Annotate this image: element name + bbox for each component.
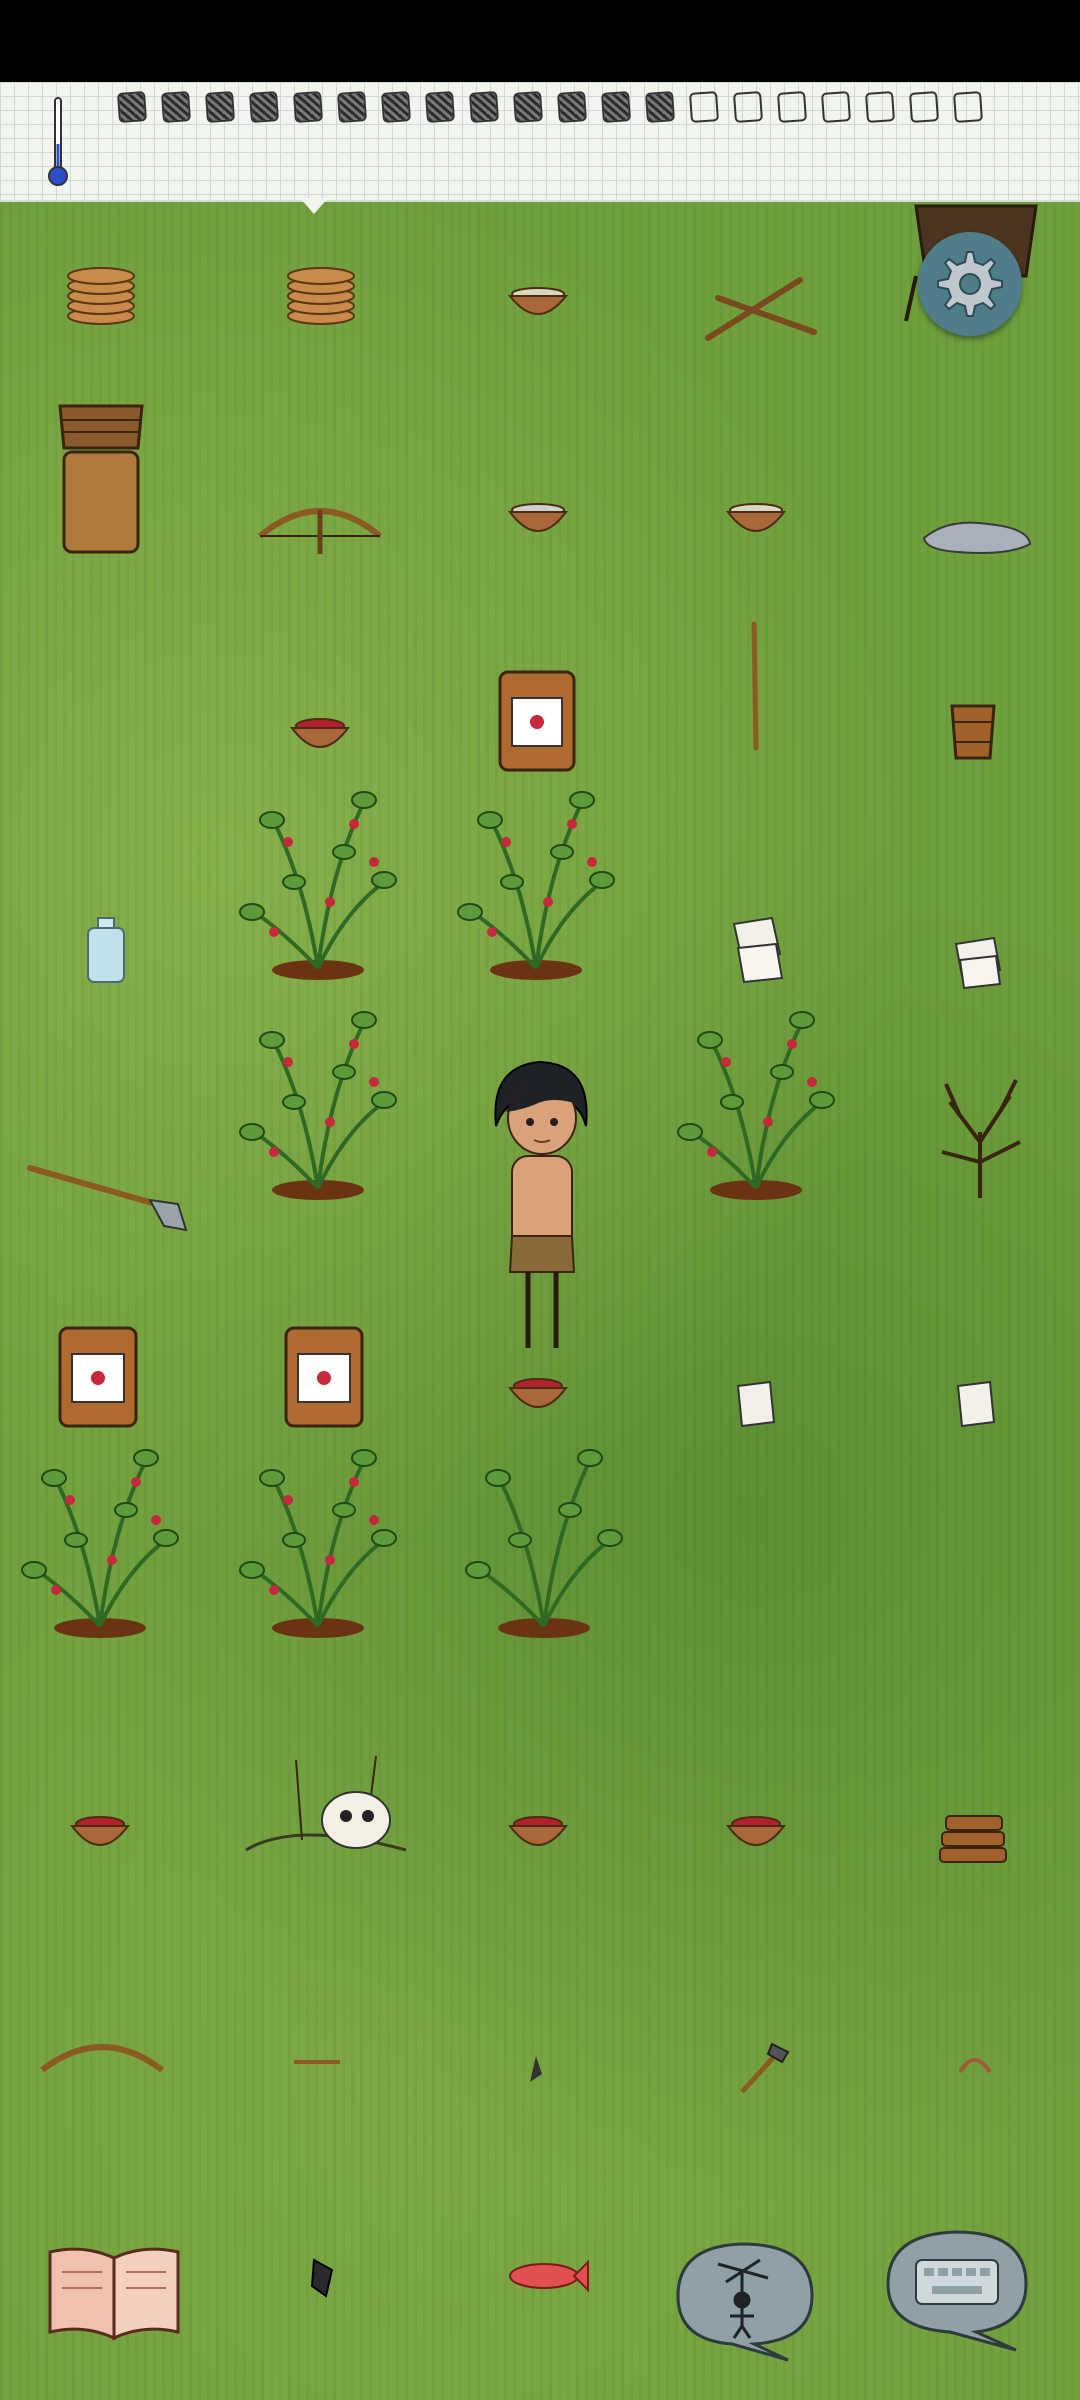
plate-stack[interactable] bbox=[66, 260, 136, 326]
food-pip-empty bbox=[908, 91, 940, 123]
berry-bowl[interactable] bbox=[506, 1814, 570, 1860]
wooden-bucket[interactable] bbox=[948, 700, 998, 762]
basket-on-crock[interactable] bbox=[56, 400, 146, 556]
glass-bottle[interactable] bbox=[84, 916, 128, 986]
empty-berry-bush[interactable] bbox=[460, 1420, 630, 1640]
settings-button[interactable] bbox=[918, 232, 1022, 336]
food-pip-empty bbox=[952, 91, 984, 123]
small-twig[interactable] bbox=[292, 2054, 342, 2070]
food-pip-full bbox=[380, 91, 412, 123]
dead-bush[interactable] bbox=[930, 1072, 1034, 1202]
food-pip-full bbox=[204, 91, 236, 123]
sharp-flint[interactable] bbox=[526, 2054, 546, 2084]
berry-bowl[interactable] bbox=[288, 716, 352, 762]
berry-bush[interactable] bbox=[672, 982, 842, 1202]
food-pip-empty bbox=[864, 91, 896, 123]
plate-stack[interactable] bbox=[286, 260, 356, 326]
berry-bush[interactable] bbox=[234, 982, 404, 1202]
system-status-bar bbox=[0, 0, 1080, 82]
paper-sheet[interactable] bbox=[954, 1380, 998, 1428]
berry-bush[interactable] bbox=[16, 1420, 186, 1640]
food-pip-full bbox=[468, 91, 500, 123]
keyboard-chat-button[interactable] bbox=[876, 2226, 1036, 2354]
berry-bowl[interactable] bbox=[68, 1814, 132, 1860]
food-pip-empty bbox=[688, 91, 720, 123]
food-pip-full bbox=[512, 91, 544, 123]
raw-fish[interactable] bbox=[504, 2254, 590, 2298]
tech-book-button[interactable] bbox=[44, 2242, 184, 2342]
food-pip-full bbox=[292, 91, 324, 123]
clay-bowl[interactable] bbox=[506, 284, 570, 328]
flint-chip[interactable] bbox=[308, 2256, 338, 2300]
food-pip-full bbox=[600, 91, 632, 123]
bow-stave[interactable] bbox=[38, 2030, 166, 2076]
clay-bowl[interactable] bbox=[506, 500, 570, 546]
crossed-sticks[interactable] bbox=[704, 272, 818, 346]
paper-sheet[interactable] bbox=[734, 1380, 778, 1428]
food-pip-empty bbox=[732, 91, 764, 123]
food-pip-full bbox=[336, 91, 368, 123]
flat-rock[interactable] bbox=[918, 514, 1034, 558]
stone-hatchet[interactable] bbox=[736, 2040, 792, 2098]
berry-bowl[interactable] bbox=[506, 1376, 570, 1422]
food-pip-full bbox=[160, 91, 192, 123]
paper-stack[interactable] bbox=[728, 914, 788, 986]
food-pip-full bbox=[248, 91, 280, 123]
food-pip-full bbox=[424, 91, 456, 123]
berry-jar[interactable] bbox=[496, 664, 578, 774]
player-character[interactable] bbox=[482, 1056, 602, 1360]
berry-bowl[interactable] bbox=[724, 1814, 788, 1860]
food-pip-empty bbox=[776, 91, 808, 123]
hud-notch bbox=[300, 198, 328, 214]
berry-jar[interactable] bbox=[56, 1320, 140, 1430]
thermometer-icon bbox=[48, 97, 68, 186]
bones-with-skull[interactable] bbox=[236, 1750, 416, 1860]
food-pip-full bbox=[556, 91, 588, 123]
food-pip-full bbox=[644, 91, 676, 123]
long-stick[interactable] bbox=[740, 620, 770, 754]
food-pip-full bbox=[116, 91, 148, 123]
firewood-pile[interactable] bbox=[936, 1808, 1010, 1868]
berry-bush[interactable] bbox=[234, 1420, 404, 1640]
bow-drill[interactable] bbox=[256, 496, 384, 556]
food-meter bbox=[116, 91, 984, 123]
berry-bush[interactable] bbox=[234, 762, 404, 982]
berry-bush[interactable] bbox=[452, 762, 622, 982]
clay-bowl[interactable] bbox=[724, 500, 788, 546]
paper-stack[interactable] bbox=[950, 934, 1004, 990]
food-pip-empty bbox=[820, 91, 852, 123]
curved-bone[interactable] bbox=[956, 2048, 994, 2078]
gear-icon bbox=[937, 251, 1003, 317]
hoe-tool[interactable] bbox=[26, 1160, 190, 1234]
berry-jar[interactable] bbox=[282, 1320, 366, 1430]
emote-puppet-button[interactable] bbox=[664, 2236, 820, 2362]
